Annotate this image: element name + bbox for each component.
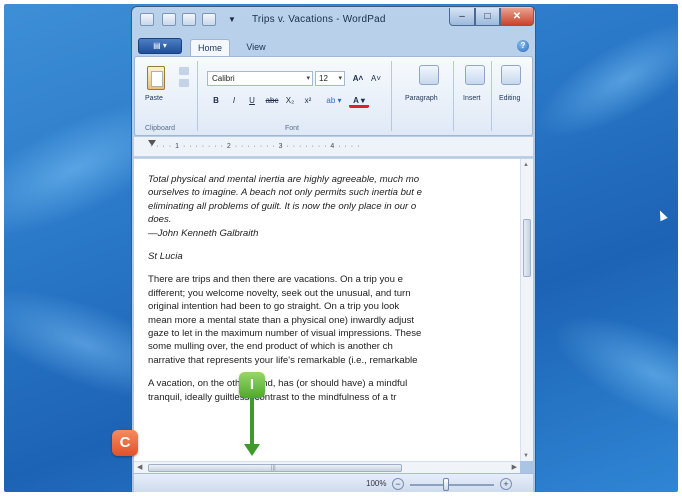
ruler-ticks: · · · · 1 · · · · · · · 2 · · · · · · · … bbox=[150, 143, 361, 150]
maximize-button[interactable]: □ bbox=[475, 8, 500, 26]
minimize-button[interactable]: – bbox=[449, 8, 475, 26]
paragraph-line: mean more a mental state than a physical… bbox=[148, 314, 415, 326]
app-menu-button[interactable]: ▤ ▾ bbox=[138, 38, 182, 54]
zoom-in-button[interactable]: + bbox=[500, 478, 512, 490]
document-text[interactable]: Total physical and mental inertia are hi… bbox=[148, 173, 523, 404]
shrink-font-button[interactable]: A˅ bbox=[369, 71, 383, 86]
paragraph-line: gaze to let in the maximum number of vis… bbox=[148, 328, 422, 340]
paragraph-line: There are trips and then there are vacat… bbox=[148, 274, 403, 286]
zoom-slider-thumb[interactable] bbox=[443, 478, 449, 491]
save-icon[interactable] bbox=[162, 13, 176, 26]
subscript-button[interactable]: X₂ bbox=[283, 93, 297, 108]
tab-view[interactable]: View bbox=[238, 39, 274, 57]
insert-button-label[interactable]: Insert bbox=[463, 95, 481, 102]
down-arrow-icon bbox=[244, 444, 260, 456]
font-family-select[interactable]: Calibri ▾ bbox=[207, 71, 313, 86]
font-group-label: Font bbox=[285, 125, 300, 132]
redo-icon[interactable] bbox=[202, 13, 216, 26]
desktop-background: ▼ Trips v. Vacations - WordPad – □ ✕ ▤ ▾… bbox=[4, 4, 678, 492]
scroll-down-icon[interactable]: ▼ bbox=[523, 453, 529, 459]
highlight-color-button[interactable]: ab ▾ bbox=[323, 93, 345, 108]
strikethrough-button[interactable]: abc bbox=[263, 93, 281, 108]
copy-icon[interactable] bbox=[179, 79, 189, 87]
paragraph-line: narrative that represents your life's re… bbox=[148, 354, 418, 366]
paragraph-line: some mulling over, the end product of wh… bbox=[148, 341, 393, 353]
close-button[interactable]: ✕ bbox=[500, 8, 534, 26]
paragraph-line: original intention had been to go straig… bbox=[148, 301, 400, 313]
tab-home[interactable]: Home bbox=[190, 39, 230, 57]
scroll-up-icon[interactable]: ▲ bbox=[523, 162, 529, 168]
grow-font-button[interactable]: A˄ bbox=[351, 71, 365, 86]
status-bar: 100% − + bbox=[134, 473, 533, 492]
superscript-button[interactable]: x² bbox=[301, 93, 315, 108]
help-icon[interactable]: ? bbox=[517, 40, 529, 52]
group-divider bbox=[391, 61, 392, 131]
ruler[interactable]: · · · · 1 · · · · · · · 2 · · · · · · · … bbox=[134, 137, 533, 157]
grip-icon: ||| bbox=[271, 465, 276, 471]
callout-c-badge: C bbox=[112, 430, 138, 456]
quote-line: Total physical and mental inertia are hi… bbox=[148, 174, 420, 185]
window-title: Trips v. Vacations - WordPad bbox=[252, 14, 386, 25]
zoom-level: 100% bbox=[366, 479, 387, 488]
mouse-pointer-icon bbox=[656, 208, 668, 222]
paste-button-label[interactable]: Paste bbox=[145, 95, 163, 102]
quote-line: does. bbox=[148, 214, 172, 226]
quote-attribution: —John Kenneth Galbraith bbox=[148, 227, 259, 239]
underline-button[interactable]: U bbox=[245, 93, 259, 108]
paragraph-icon[interactable] bbox=[419, 65, 439, 85]
font-family-value: Calibri bbox=[212, 74, 235, 83]
paragraph-line: A vacation, on the other hand, has (or s… bbox=[148, 378, 408, 390]
insert-icon[interactable] bbox=[465, 65, 485, 85]
font-size-select[interactable]: 12 ▾ bbox=[315, 71, 345, 86]
chevron-down-icon: ▾ bbox=[338, 75, 342, 82]
horizontal-scroll-thumb[interactable]: ||| bbox=[148, 464, 402, 472]
zoom-out-button[interactable]: − bbox=[392, 478, 404, 490]
group-divider bbox=[197, 61, 198, 131]
quick-access-dropdown-icon[interactable]: ▼ bbox=[228, 15, 236, 24]
group-divider bbox=[453, 61, 454, 131]
paragraph-button-label[interactable]: Paragraph bbox=[405, 95, 438, 102]
cut-icon[interactable] bbox=[179, 67, 189, 75]
paste-icon[interactable] bbox=[147, 66, 165, 90]
font-size-value: 12 bbox=[319, 74, 328, 83]
editing-button-label[interactable]: Editing bbox=[499, 95, 520, 102]
text-color-button[interactable]: A ▾ bbox=[349, 93, 369, 108]
ribbon-panel: Paste Clipboard Calibri ▾ 12 ▾ A˄ A˅ B I… bbox=[134, 56, 533, 136]
vertical-scroll-thumb[interactable] bbox=[523, 219, 531, 277]
callout-arrow-shaft bbox=[250, 398, 254, 446]
group-divider bbox=[491, 61, 492, 131]
quote-line: eliminating all problems of guilt. It is… bbox=[148, 200, 417, 212]
indent-marker-icon[interactable] bbox=[148, 140, 156, 146]
editing-icon[interactable] bbox=[501, 65, 521, 85]
paragraph-line: tranquil, ideally guiltless, contrast to… bbox=[148, 391, 397, 403]
place-heading: St Lucia bbox=[148, 251, 183, 263]
title-bar[interactable]: ▼ Trips v. Vacations - WordPad – □ ✕ bbox=[132, 7, 535, 33]
scroll-right-icon[interactable]: ▶ bbox=[512, 463, 517, 471]
horizontal-scrollbar[interactable]: ◀ ||| ▶ bbox=[134, 461, 520, 473]
paragraph-line: different; you welcome novelty, seek out… bbox=[148, 287, 411, 299]
quote-line: ourselves to imagine. A beach not only p… bbox=[148, 187, 422, 199]
wordpad-app-icon[interactable] bbox=[140, 13, 154, 26]
wordpad-window: ▼ Trips v. Vacations - WordPad – □ ✕ ▤ ▾… bbox=[131, 6, 536, 492]
document-editor[interactable]: Total physical and mental inertia are hi… bbox=[134, 158, 533, 461]
undo-icon[interactable] bbox=[182, 13, 196, 26]
vertical-scrollbar[interactable]: ▲ ▼ bbox=[520, 159, 533, 461]
scroll-left-icon[interactable]: ◀ bbox=[137, 463, 142, 471]
bold-button[interactable]: B bbox=[209, 93, 223, 108]
italic-button[interactable]: I bbox=[227, 93, 241, 108]
zoom-slider-track[interactable] bbox=[410, 484, 494, 486]
chevron-down-icon: ▾ bbox=[306, 75, 310, 82]
ribbon-tab-bar: ▤ ▾ Home View ? bbox=[134, 35, 533, 57]
callout-i-badge: I bbox=[239, 372, 265, 398]
clipboard-group-label: Clipboard bbox=[145, 125, 175, 132]
